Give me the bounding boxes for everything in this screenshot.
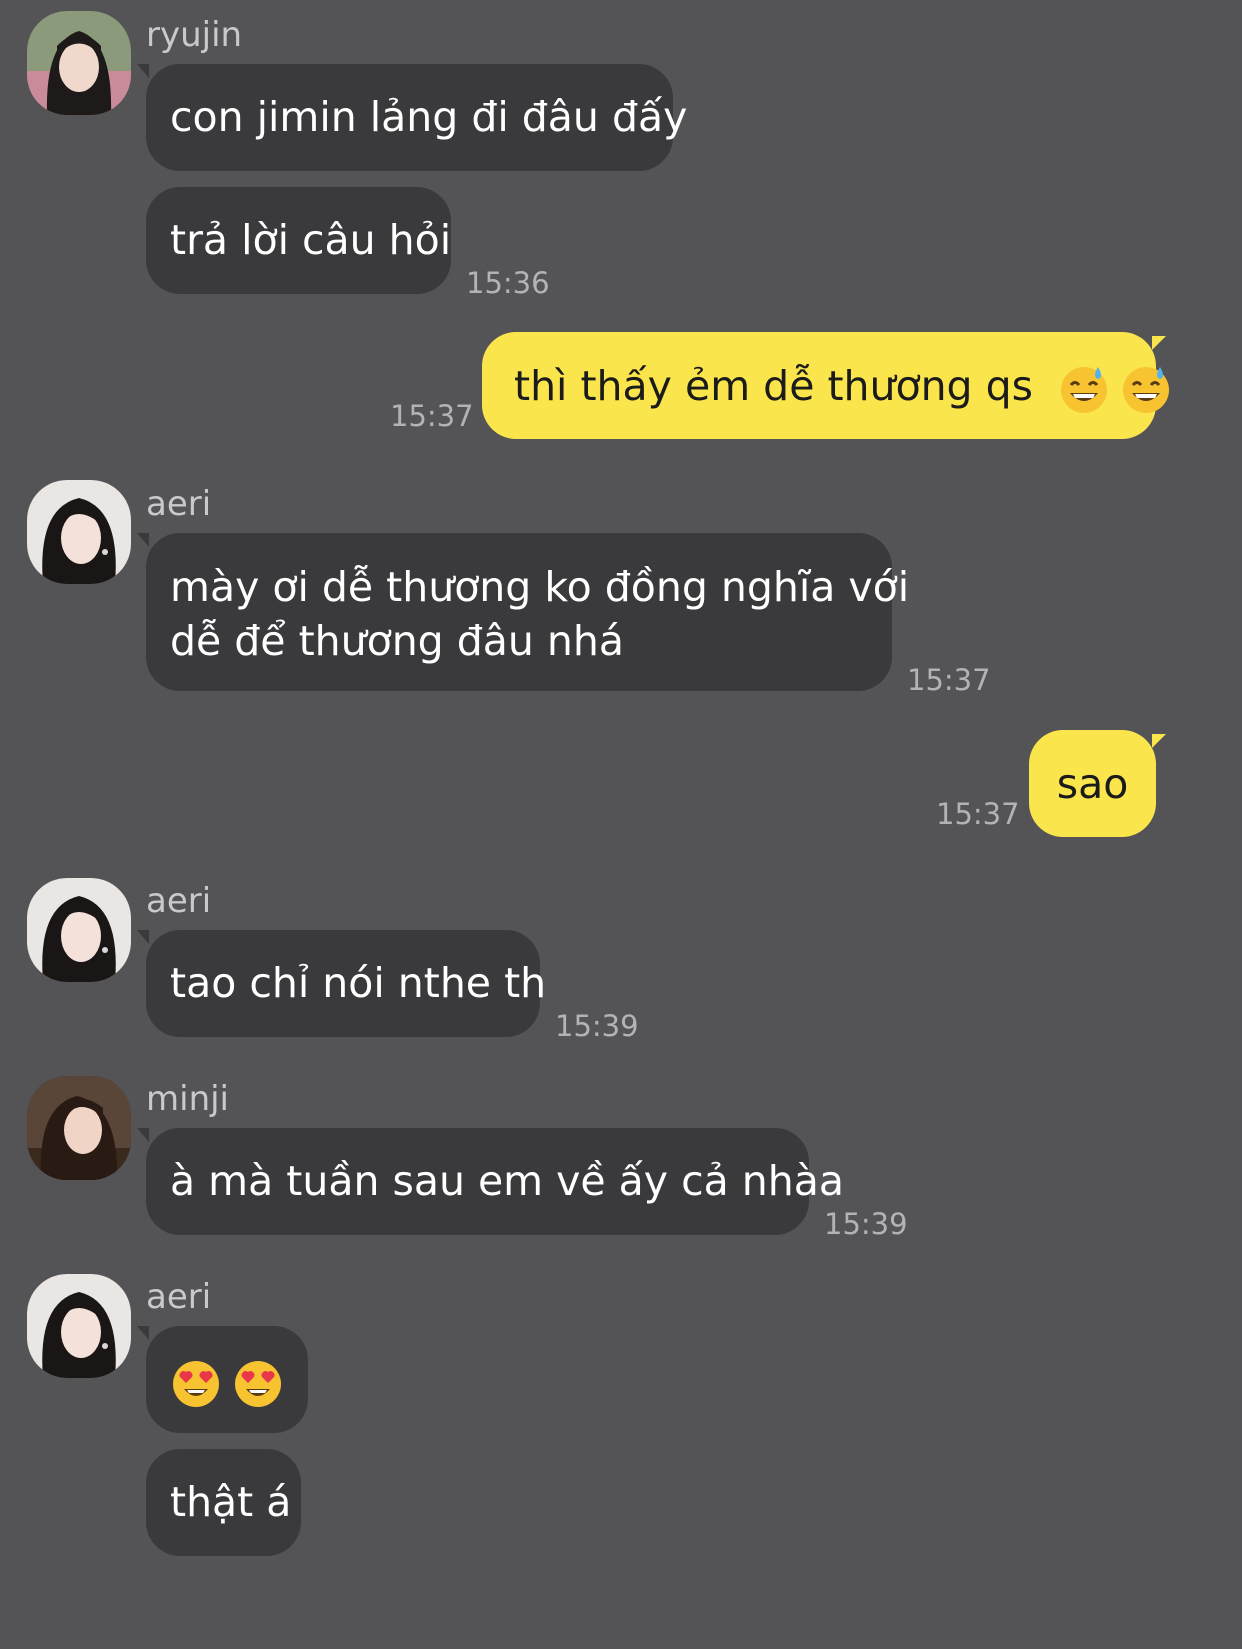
avatar-image <box>27 480 131 584</box>
message-text: thì thấy ẻm dễ thương qs <box>514 362 1034 410</box>
bubble-tail <box>137 533 149 547</box>
avatar-image <box>27 878 131 982</box>
bubble-tail <box>137 64 149 78</box>
message-text: thật á <box>170 1478 292 1526</box>
message-bubble[interactable]: mày ơi dễ thương ko đồng nghĩa với dễ để… <box>146 533 910 691</box>
bubble-tail <box>1152 336 1166 350</box>
message-text: à mà tuần sau em về ấy cả nhàa <box>170 1157 845 1205</box>
grinning-sweat-emoji <box>1061 367 1108 413</box>
heart-eyes-emoji <box>173 1361 219 1407</box>
bubble-tail <box>137 1326 149 1340</box>
message-time: 15:37 <box>936 797 1020 831</box>
avatar-image <box>27 11 131 115</box>
message-time: 15:37 <box>907 663 991 697</box>
message-bubble-outgoing[interactable]: sao <box>1029 730 1156 837</box>
sender-name: aeri <box>146 484 212 524</box>
heart-eyes-emoji <box>235 1361 281 1407</box>
message-text-line: dễ để thương đâu nhá <box>170 617 625 665</box>
message-time: 15:39 <box>824 1207 908 1241</box>
message-text: tao chỉ nói nthe th <box>170 959 547 1007</box>
avatar-aeri[interactable] <box>27 1274 131 1378</box>
avatar-image <box>27 1076 131 1180</box>
sender-name: aeri <box>146 1277 212 1317</box>
message-bubble[interactable]: à mà tuần sau em về ấy cả nhàa <box>146 1128 844 1235</box>
message-time: 15:39 <box>555 1009 639 1043</box>
grinning-sweat-emoji <box>1123 367 1170 413</box>
message-bubble[interactable]: trả lời câu hỏi <box>146 187 451 294</box>
bubble-tail <box>137 930 149 944</box>
message-text-line: mày ơi dễ thương ko đồng nghĩa với <box>170 563 910 611</box>
sender-name: minji <box>146 1079 230 1119</box>
avatar-aeri[interactable] <box>27 480 131 584</box>
message-bubble[interactable]: con jimin lảng đi đâu đấy <box>146 64 687 171</box>
bubble-tail <box>1152 734 1166 748</box>
message-time: 15:37 <box>390 399 474 433</box>
avatar-image <box>27 1274 131 1378</box>
message-bubble[interactable] <box>146 1326 308 1433</box>
sender-name: aeri <box>146 881 212 921</box>
message-bubble-outgoing[interactable]: thì thấy ẻm dễ thương qs <box>482 332 1170 439</box>
message-text: sao <box>1056 760 1129 808</box>
message-text: trả lời câu hỏi <box>170 216 452 264</box>
message-text: con jimin lảng đi đâu đấy <box>170 93 688 141</box>
avatar-aeri[interactable] <box>27 878 131 982</box>
avatar-minji[interactable] <box>27 1076 131 1180</box>
message-bubble[interactable]: tao chỉ nói nthe th <box>146 930 546 1037</box>
message-bubble[interactable]: thật á <box>146 1449 301 1556</box>
avatar-ryujin[interactable] <box>27 11 131 115</box>
sender-name: ryujin <box>146 15 243 55</box>
bubble-tail <box>137 1128 149 1142</box>
message-time: 15:36 <box>466 266 550 300</box>
